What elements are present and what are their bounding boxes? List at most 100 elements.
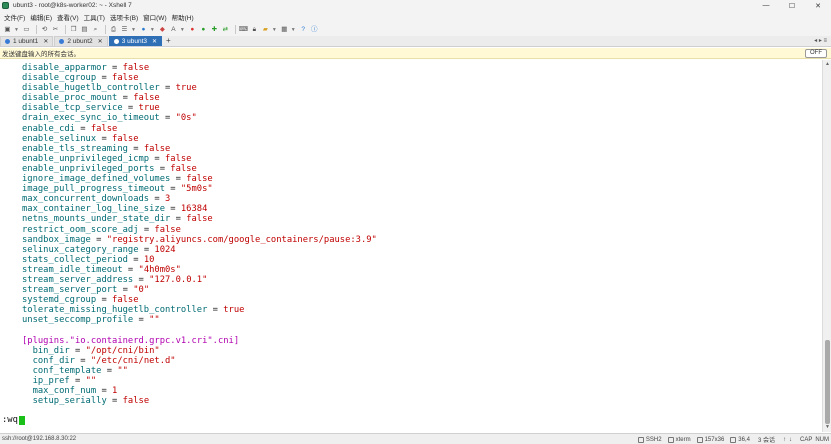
reconnect-icon[interactable]: ⟲ — [40, 25, 49, 34]
chevron-down-icon[interactable]: ▼ — [131, 27, 136, 33]
config-line: stream_idle_timeout = "4h0m0s" — [22, 265, 377, 275]
menu-edit[interactable]: 编辑(E) — [30, 12, 52, 22]
scroll-down-icon[interactable]: ▼ — [824, 424, 831, 431]
maximize-button[interactable]: ☐ — [779, 0, 805, 11]
config-line: enable_unprivileged_icmp = false — [22, 154, 377, 164]
xshell-app-icon — [2, 2, 9, 9]
protocol-label: SSH2 — [645, 436, 662, 443]
config-key: drain_exec_sync_io_timeout — [22, 113, 160, 124]
session-count: 3 会话 — [757, 438, 775, 444]
config-line: enable_selinux = false — [22, 134, 377, 144]
config-key: systemd_cgroup — [22, 295, 97, 306]
config-key: disable_apparmor — [22, 63, 107, 73]
scroll-up-icon[interactable]: ▲ — [824, 61, 831, 68]
tab-navigation[interactable]: ◂ ▸ ≡ — [814, 37, 827, 44]
lock-icon[interactable]: 🔒︎ — [250, 25, 259, 34]
font-icon[interactable]: A — [169, 25, 178, 34]
xftp-icon[interactable]: ● — [188, 25, 197, 34]
chevron-down-icon[interactable]: ▼ — [14, 27, 19, 33]
keyboard-icon[interactable]: ⌨ — [239, 25, 248, 34]
config-line: netns_mounts_under_state_dir = false — [22, 214, 377, 224]
config-key: netns_mounts_under_state_dir — [22, 214, 171, 225]
config-key: ip_pref — [32, 375, 70, 386]
menu-file[interactable]: 文件(F) — [4, 12, 25, 22]
equals-sign: = — [96, 386, 113, 396]
config-line: disable_proc_mount = false — [22, 93, 377, 103]
print-icon[interactable]: ⎙ — [109, 25, 118, 34]
terminal-cursor — [18, 415, 25, 425]
close-icon[interactable]: ✕ — [98, 38, 103, 45]
find-icon[interactable]: ⌕ — [91, 25, 100, 34]
layout-icon[interactable]: ▦ — [280, 25, 289, 34]
config-line: systemd_cgroup = false — [22, 295, 377, 305]
equals-sign: = — [127, 254, 144, 265]
menu-window[interactable]: 窗口(W) — [143, 12, 166, 22]
equals-sign: = — [159, 113, 176, 124]
config-line: tolerate_missing_hugetlb_controller = tr… — [22, 305, 377, 315]
help-icon[interactable]: ? — [299, 25, 308, 34]
menu-tabs[interactable]: 选项卡(B) — [110, 12, 138, 22]
new-session-icon[interactable]: ▣ — [3, 25, 12, 34]
config-key: enable_selinux — [22, 133, 97, 144]
window-title: ubunt3 - root@k8s-worker02: ~ - Xshell 7 — [13, 2, 132, 9]
menu-help[interactable]: 帮助(H) — [172, 12, 194, 22]
equals-sign: = — [138, 244, 155, 255]
config-key: conf_template — [32, 365, 102, 376]
color-scheme-icon[interactable]: ◆ — [158, 25, 167, 34]
close-icon[interactable]: ✕ — [43, 38, 48, 45]
chevron-down-icon[interactable]: ▼ — [291, 27, 296, 33]
paste-icon[interactable]: ▤ — [80, 25, 89, 34]
cursor-position: 36,4 — [738, 436, 750, 443]
script-icon[interactable]: ● — [199, 25, 208, 34]
menu-view[interactable]: 查看(V) — [57, 12, 79, 22]
terminal-area[interactable]: disable_apparmor = false disable_cgroup =… — [0, 60, 822, 432]
compose-bar-text: 发送键盘输入的所有会话。 — [2, 51, 80, 58]
config-line: enable_unprivileged_ports = false — [22, 164, 377, 174]
connection-address: ssh://root@192.168.8.30:22 — [2, 436, 77, 442]
open-folder-icon[interactable]: ▭ — [22, 25, 31, 34]
equals-sign: = — [122, 103, 139, 114]
config-value: true — [175, 83, 197, 94]
close-icon[interactable]: ✕ — [152, 38, 157, 45]
config-value: false — [122, 396, 150, 407]
config-value: "/etc/cni/net.d" — [90, 355, 176, 366]
config-value: false — [154, 224, 181, 235]
config-key: stats_collect_period — [22, 254, 128, 265]
config-value: 3 — [165, 194, 171, 205]
tab-ubunt2[interactable]: 2 ubunt2 ✕ — [54, 36, 108, 46]
chevron-down-icon[interactable]: ▼ — [180, 27, 185, 33]
menu-tools[interactable]: 工具(T) — [84, 12, 105, 22]
equals-sign: = — [149, 194, 165, 205]
disconnect-icon[interactable]: ✂ — [51, 25, 60, 34]
config-key: setup_serially — [32, 396, 107, 407]
ssh-icon — [637, 436, 644, 443]
tab-ubunt1[interactable]: 1 ubunt1 ✕ — [0, 36, 54, 46]
command-line[interactable]: :wq — [2, 415, 25, 425]
chevron-down-icon[interactable]: ▼ — [150, 27, 155, 33]
close-button[interactable]: ✕ — [805, 0, 831, 11]
compose-bar[interactable]: 发送键盘输入的所有会话。 OFF — [0, 48, 831, 59]
config-key: restrict_oom_score_adj — [22, 224, 139, 235]
globe-icon[interactable]: ● — [139, 25, 148, 34]
session-status-icon — [5, 39, 10, 44]
copy-icon[interactable]: ❐ — [69, 25, 78, 34]
config-line: max_container_log_line_size = 16384 — [22, 204, 377, 214]
tunnel-icon[interactable]: ✚ — [210, 25, 219, 34]
config-value: true — [138, 103, 160, 114]
vertical-scrollbar[interactable]: ▲ ▼ — [822, 60, 831, 432]
add-tab-button[interactable]: + — [166, 36, 171, 46]
compose-toggle-button[interactable]: OFF — [805, 49, 827, 58]
chevron-down-icon[interactable]: ▼ — [272, 27, 277, 33]
transfer-icon[interactable]: ⇄ — [221, 25, 230, 34]
config-value: false — [186, 214, 213, 225]
tab-label: 1 ubunt1 — [13, 38, 39, 45]
scrollbar-thumb[interactable] — [825, 340, 830, 424]
folder-icon[interactable]: ▰ — [261, 25, 270, 34]
config-value: false — [170, 163, 197, 174]
minimize-button[interactable]: — — [753, 0, 779, 11]
properties-icon[interactable]: ☰ — [120, 25, 129, 34]
config-key: enable_tls_streaming — [22, 143, 128, 154]
tab-ubunt3[interactable]: 3 ubunt3 ✕ — [108, 36, 163, 46]
config-key: disable_tcp_service — [22, 103, 123, 114]
info-icon[interactable]: ⓘ — [310, 25, 319, 34]
